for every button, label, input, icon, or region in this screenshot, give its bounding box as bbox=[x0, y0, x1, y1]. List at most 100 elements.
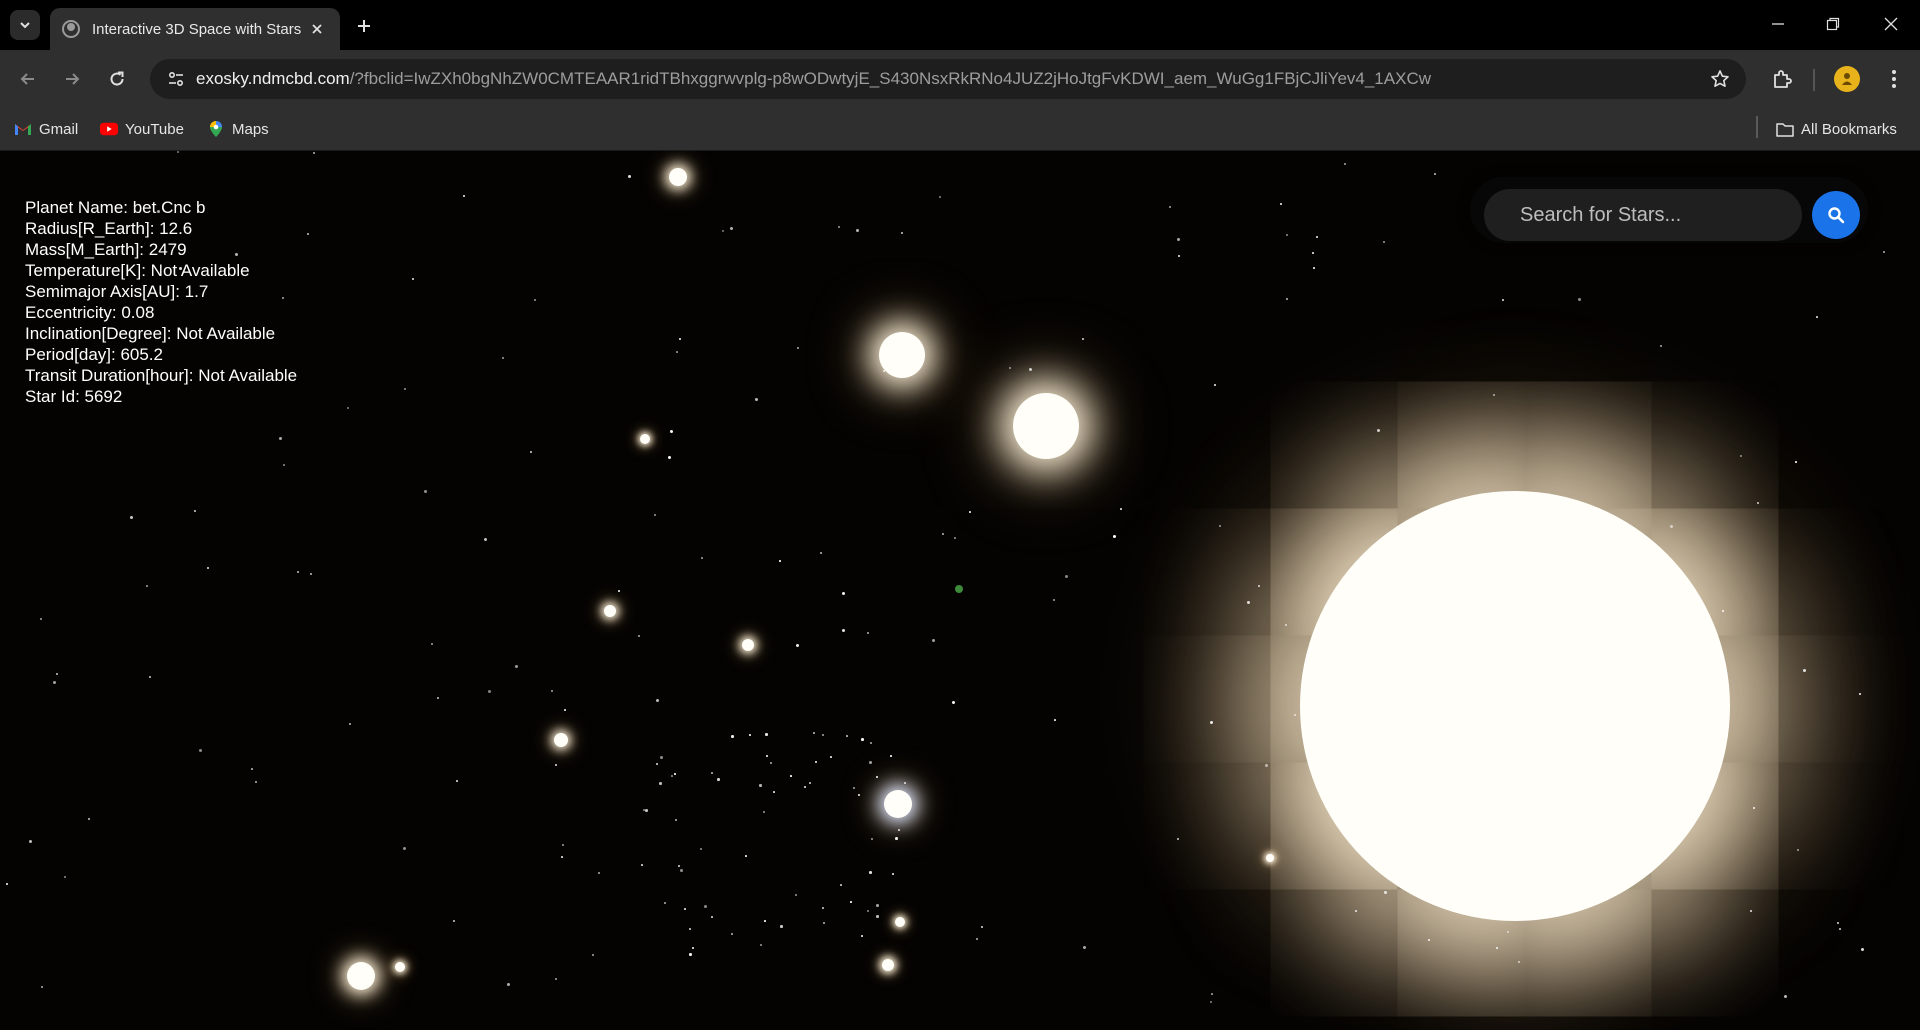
star bbox=[656, 699, 659, 702]
star bbox=[1578, 298, 1581, 301]
star bbox=[659, 782, 662, 785]
star bbox=[1313, 267, 1315, 269]
star bbox=[484, 538, 487, 541]
star bbox=[1861, 948, 1864, 951]
star bbox=[678, 865, 680, 867]
close-window-button[interactable] bbox=[1868, 6, 1914, 42]
restore-icon bbox=[1826, 17, 1840, 31]
all-bookmarks-button[interactable]: All Bookmarks bbox=[1776, 117, 1897, 141]
star bbox=[1434, 173, 1436, 175]
tab-active[interactable]: Interactive 3D Space with Stars bbox=[50, 8, 340, 50]
star bbox=[431, 643, 433, 645]
star bbox=[1082, 338, 1084, 340]
star bbox=[893, 797, 896, 800]
site-info-icon[interactable] bbox=[164, 67, 188, 91]
star bbox=[1177, 238, 1180, 241]
star bbox=[297, 571, 299, 573]
star bbox=[898, 829, 900, 831]
star bbox=[1377, 429, 1380, 432]
star bbox=[809, 782, 811, 784]
address-bar[interactable]: exosky.ndmcbd.com/?fbclid=IwZXh0bgNhZW0C… bbox=[150, 59, 1746, 99]
all-bookmarks-label: All Bookmarks bbox=[1801, 120, 1897, 138]
star bbox=[1547, 685, 1549, 687]
star bbox=[1795, 461, 1797, 463]
tab-search-button[interactable] bbox=[10, 10, 40, 40]
star bbox=[892, 873, 894, 875]
star bbox=[759, 784, 762, 787]
planet-semimajor-axis: Semimajor Axis[AU]: 1.7 bbox=[25, 282, 209, 301]
profile-avatar[interactable] bbox=[1834, 66, 1860, 92]
star bbox=[1502, 299, 1504, 301]
star bbox=[869, 761, 872, 764]
forward-button[interactable] bbox=[56, 63, 88, 95]
arrow-left-icon bbox=[20, 73, 34, 85]
space-canvas[interactable]: Planet Name: bet Cnc b Radius[R_Earth]: … bbox=[0, 151, 1920, 1030]
browser-chrome: Interactive 3D Space with Stars exosky.n… bbox=[0, 0, 1920, 151]
star-search-input[interactable] bbox=[1484, 189, 1802, 241]
star bbox=[871, 838, 873, 840]
star bbox=[456, 780, 458, 782]
star bbox=[861, 738, 864, 741]
star bbox=[1265, 764, 1268, 767]
url-host: exosky.ndmcbd.com bbox=[196, 69, 350, 88]
search-button[interactable] bbox=[1812, 191, 1860, 239]
bookmarks-bar: Gmail YouTube Maps All Bookmarks bbox=[0, 108, 1920, 151]
toolbar-divider bbox=[1813, 69, 1815, 91]
bookmark-youtube[interactable]: YouTube bbox=[100, 117, 184, 141]
star bbox=[453, 920, 455, 922]
planet-marker[interactable] bbox=[955, 585, 963, 593]
star bbox=[1496, 947, 1498, 949]
bookmark-label: Gmail bbox=[39, 120, 79, 138]
star bbox=[895, 815, 897, 817]
star bbox=[1384, 891, 1387, 894]
star bbox=[664, 902, 666, 904]
minimize-button[interactable] bbox=[1755, 6, 1801, 42]
star bbox=[502, 357, 504, 359]
star bbox=[671, 775, 673, 777]
extensions-button[interactable] bbox=[1766, 63, 1798, 95]
star bbox=[764, 920, 766, 922]
star bbox=[675, 819, 677, 821]
bookmark-gmail[interactable]: Gmail bbox=[14, 117, 78, 141]
star-icon bbox=[1711, 70, 1729, 87]
star bbox=[618, 590, 620, 592]
star bbox=[1305, 669, 1308, 672]
menu-button[interactable] bbox=[1878, 63, 1910, 95]
star-glow bbox=[1013, 393, 1079, 459]
star bbox=[424, 490, 427, 493]
planet-transit-duration: Transit Duration[hour]: Not Available bbox=[25, 366, 298, 385]
star bbox=[704, 905, 707, 908]
star bbox=[815, 761, 817, 763]
bookmark-maps[interactable]: Maps bbox=[207, 117, 269, 141]
star bbox=[1753, 807, 1755, 809]
star bbox=[876, 776, 878, 778]
star bbox=[722, 230, 724, 232]
star bbox=[534, 299, 536, 301]
gmail-icon bbox=[14, 120, 32, 138]
restore-button[interactable] bbox=[1810, 6, 1856, 42]
new-tab-button[interactable] bbox=[350, 12, 378, 40]
star bbox=[207, 567, 209, 569]
search-icon bbox=[1828, 207, 1845, 224]
back-button[interactable] bbox=[12, 63, 44, 95]
star bbox=[507, 983, 510, 986]
url-path: /?fbclid=IwZXh0bgNhZW0CMTEAAR1ridTBhxggr… bbox=[349, 69, 1431, 88]
star bbox=[1214, 384, 1216, 386]
star bbox=[1286, 298, 1288, 300]
star bbox=[711, 916, 713, 918]
star bbox=[838, 226, 840, 228]
reload-button[interactable] bbox=[101, 63, 133, 95]
close-tab-button[interactable] bbox=[306, 18, 328, 40]
maps-icon bbox=[207, 120, 225, 138]
star bbox=[1210, 1001, 1212, 1003]
star bbox=[1660, 345, 1662, 347]
star bbox=[1839, 928, 1841, 930]
star bbox=[1378, 765, 1380, 767]
star bbox=[255, 781, 257, 783]
bookmark-label: Maps bbox=[232, 120, 269, 138]
star bbox=[1355, 910, 1357, 912]
star bbox=[1219, 525, 1221, 527]
star bbox=[1258, 585, 1260, 587]
star bbox=[790, 775, 792, 777]
bookmark-star-button[interactable] bbox=[1708, 67, 1732, 91]
